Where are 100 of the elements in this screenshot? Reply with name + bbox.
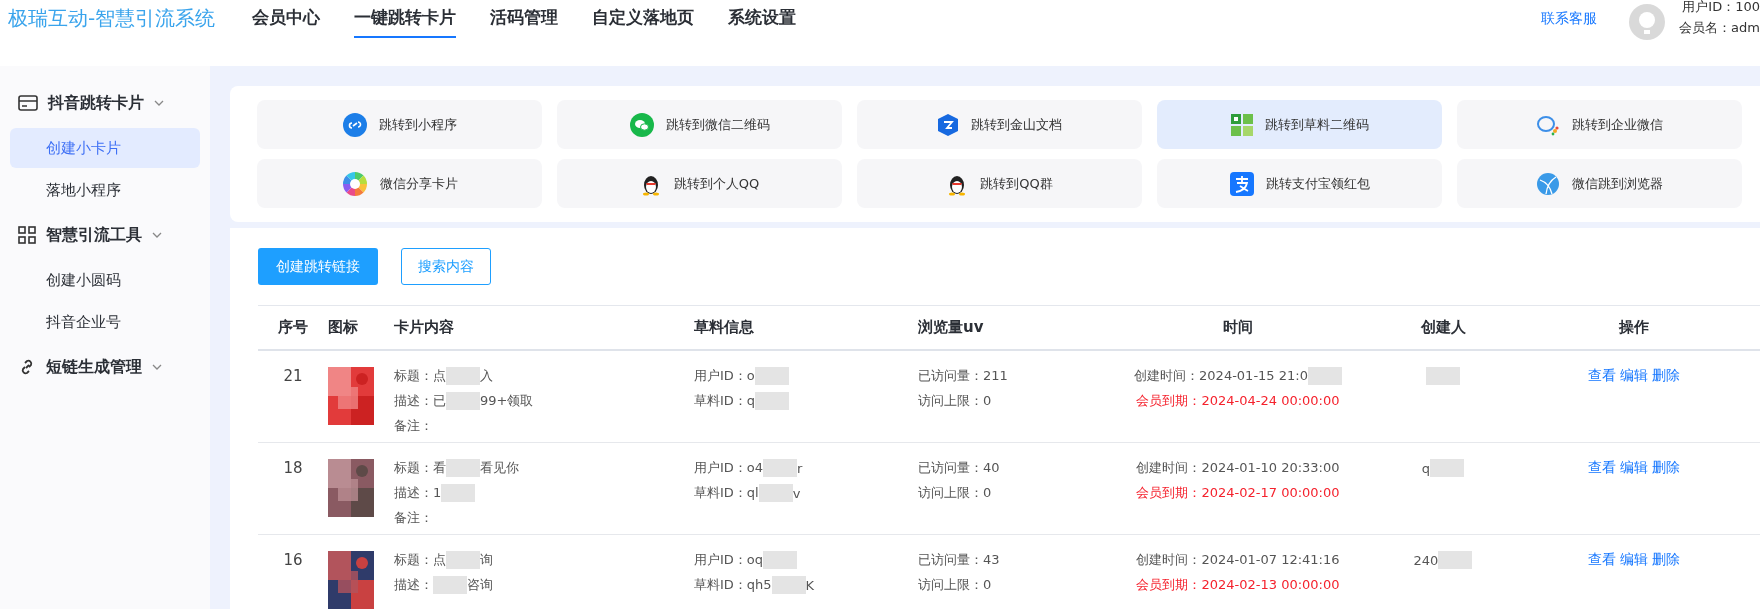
jump-option[interactable]: 跳转支付宝领红包 (1157, 159, 1442, 208)
nav-tab[interactable]: 会员中心 (252, 0, 320, 38)
menu-item[interactable]: 落地小程序 (10, 170, 200, 210)
caoliao-info-line: 草料ID：qh5 (694, 576, 772, 594)
nav-tab[interactable]: 活码管理 (490, 0, 558, 38)
blur-patch (771, 576, 806, 594)
card-content-line: 99+领取 (480, 392, 534, 410)
support-link[interactable]: 联系客服 (1541, 10, 1598, 28)
chat-icon (1536, 113, 1560, 136)
caoliao-info-line: 草料ID：ql (694, 484, 759, 502)
card-content-line: 标题：看 (394, 459, 446, 477)
menu-group[interactable]: 短链生成管理 (10, 344, 200, 390)
view-count: 访问上限：0 (918, 484, 992, 502)
row-action-link[interactable]: 删除 (1652, 551, 1680, 569)
row-number: 16 (283, 551, 303, 569)
jump-option[interactable]: 微信跳到浏览器 (1457, 159, 1742, 208)
jump-option[interactable]: 跳转到个人QQ (557, 159, 842, 208)
menu-group[interactable]: 抖音跳转卡片 (10, 80, 200, 126)
blur-patch (758, 484, 793, 502)
blur-patch (441, 484, 476, 502)
jump-option[interactable]: 跳转到企业微信 (1457, 100, 1742, 149)
blur-patch (446, 551, 480, 569)
jump-option[interactable]: 跳转到QQ群 (857, 159, 1142, 208)
jump-option[interactable]: 跳转到草料二维码 (1157, 100, 1442, 149)
card-content-line: 看见你 (480, 459, 519, 477)
row-action-link[interactable]: 删除 (1652, 367, 1680, 385)
card-content-line: 描述：已 (394, 392, 446, 410)
caoliao-info-line: v (792, 485, 801, 501)
menu-item[interactable]: 创建小卡片 (10, 128, 200, 168)
view-count: 已访问量：211 (918, 367, 1008, 385)
link-icon (342, 112, 367, 137)
menu-group-label: 智慧引流工具 (46, 224, 142, 246)
app-logo: 极瑞互动-智慧引流系统 (8, 4, 217, 32)
caoliao-info-line: 用户ID：oq (694, 551, 764, 569)
caoliao-info-line: 草料ID：q (694, 392, 756, 410)
avatar-icon[interactable] (1629, 4, 1666, 40)
chevron-icon (154, 100, 164, 106)
chat-icon (629, 112, 654, 137)
menu-item[interactable]: 抖音企业号 (10, 302, 200, 342)
view-count: 已访问量：40 (918, 459, 1000, 477)
caoliao-info-line: 用户ID：o4 (694, 459, 764, 477)
card-content-line: 入 (480, 367, 493, 385)
qr-icon (1230, 113, 1253, 136)
jump-option[interactable]: 跳转到微信二维码 (557, 100, 842, 149)
card-content-line: 标题：点 (394, 551, 446, 569)
row-action-link[interactable]: 编辑 (1620, 367, 1648, 385)
row-action-link[interactable]: 编辑 (1620, 459, 1648, 477)
view-count: 访问上限：0 (918, 576, 992, 594)
blur-patch (1307, 367, 1342, 385)
column-header: 时间 (1222, 318, 1254, 337)
card-content-line: 标题：点 (394, 367, 446, 385)
blur-patch (446, 367, 480, 385)
nav-tab[interactable]: 一键跳转卡片 (354, 0, 456, 38)
expiry-time: 会员到期：2024-04-24 00:00:00 (1136, 392, 1340, 410)
column-header: 浏览量uv (918, 318, 985, 337)
blur-patch (755, 392, 790, 410)
blur-patch (446, 392, 480, 410)
cube-icon (937, 112, 959, 137)
jump-option[interactable]: 跳转到金山文档 (857, 100, 1142, 149)
nav-tab[interactable]: 自定义落地页 (592, 0, 694, 38)
row-action-link[interactable]: 查看 (1588, 459, 1616, 477)
card-content-line: 备注： (394, 509, 433, 527)
nav-tab[interactable]: 系统设置 (728, 0, 796, 38)
row-action-link[interactable]: 查看 (1588, 367, 1616, 385)
caoliao-info-line: K (805, 577, 815, 593)
caoliao-info-line: r (797, 460, 803, 476)
column-header: 创建人 (1419, 318, 1467, 337)
column-header: 卡片内容 (394, 318, 455, 337)
user-name: 会员名：adm (1679, 19, 1760, 37)
menu-group[interactable]: 智慧引流工具 (10, 212, 200, 258)
row-number: 21 (283, 367, 303, 385)
creator-name: 240 (1413, 552, 1439, 568)
grid-icon (18, 226, 36, 244)
jump-option[interactable]: 跳转到小程序 (257, 100, 542, 149)
blur-patch (763, 459, 798, 477)
row-action-link[interactable]: 删除 (1652, 459, 1680, 477)
jump-option[interactable]: 微信分享卡片 (257, 159, 542, 208)
row-action-link[interactable]: 编辑 (1620, 551, 1648, 569)
menu-item[interactable]: 创建小圆码 (10, 260, 200, 300)
card-content-line: 咨询 (467, 576, 493, 594)
chevron-icon (152, 232, 162, 238)
user-id: 用户ID：100 (1682, 0, 1760, 16)
card-content-line: 描述： (394, 576, 433, 594)
view-count: 访问上限：0 (918, 392, 992, 410)
row-action-link[interactable]: 查看 (1588, 551, 1616, 569)
menu-group-label: 抖音跳转卡片 (48, 92, 144, 114)
column-header: 图标 (328, 318, 359, 337)
created-time: 创建时间：2024-01-07 12:41:16 (1136, 551, 1340, 569)
blur-patch (754, 367, 789, 385)
column-header: 操作 (1618, 318, 1650, 337)
blur-patch (433, 576, 467, 594)
creator-name: q (1421, 460, 1431, 476)
blur-patch (1430, 459, 1465, 477)
aperture-icon (341, 170, 368, 197)
column-header: 序号 (277, 318, 309, 337)
created-time: 创建时间：2024-01-10 20:33:00 (1136, 459, 1340, 477)
blur-patch (446, 459, 480, 477)
expiry-time: 会员到期：2024-02-13 00:00:00 (1136, 576, 1340, 594)
expiry-time: 会员到期：2024-02-17 00:00:00 (1136, 484, 1340, 502)
chevron-icon (152, 364, 162, 370)
